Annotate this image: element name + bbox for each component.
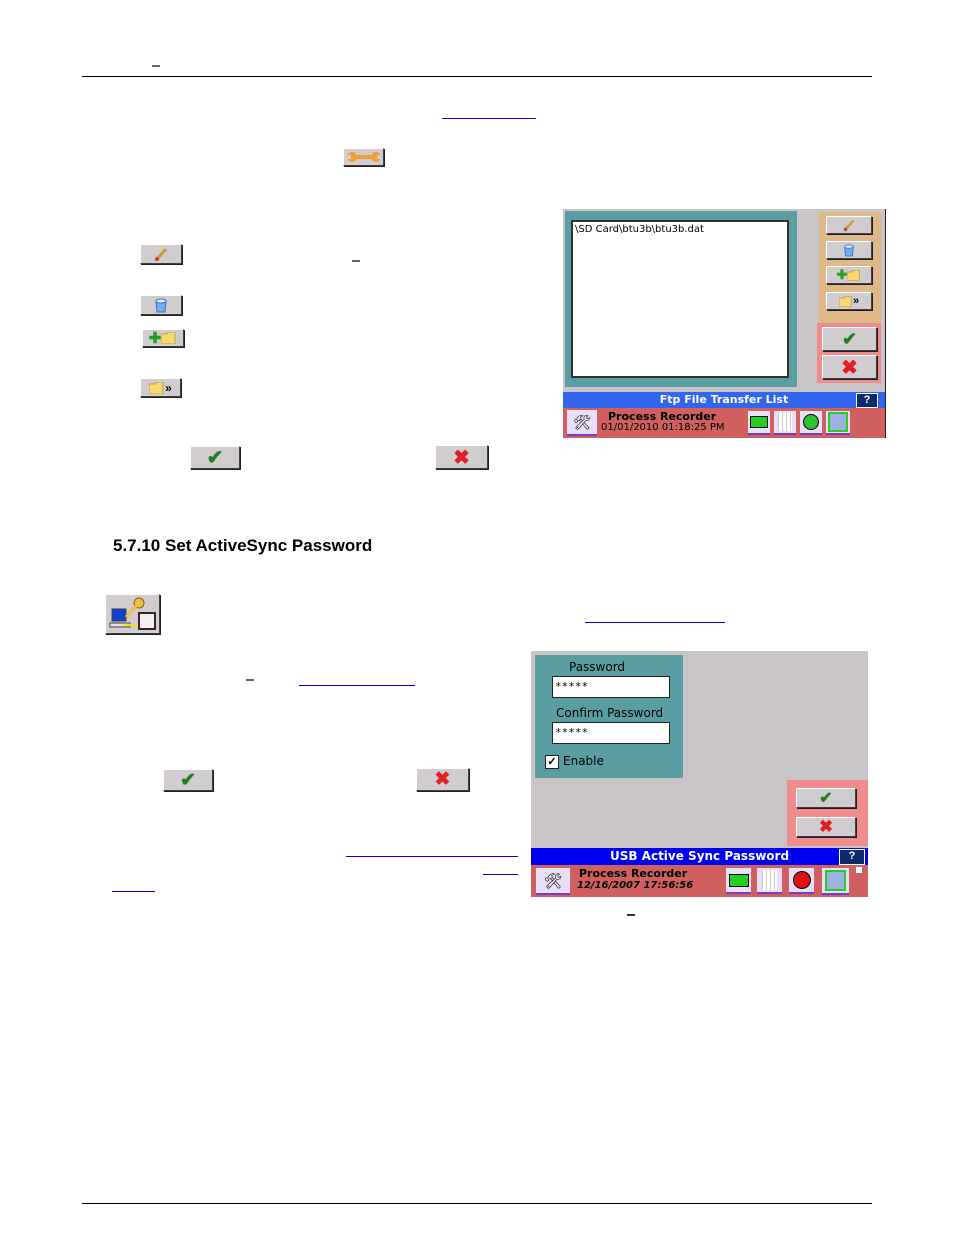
hyperlink[interactable]	[299, 685, 415, 686]
delete-bucket-icon	[155, 298, 167, 313]
confirm-password-label: Confirm Password	[556, 706, 664, 720]
alarm-bell-icon	[803, 414, 819, 430]
caption-dash	[627, 914, 635, 916]
delete-button[interactable]	[826, 241, 872, 259]
cancel-button: ✖	[416, 768, 469, 791]
save-button[interactable]	[826, 411, 850, 435]
save-button[interactable]	[822, 868, 849, 895]
indicator-square	[856, 867, 862, 873]
file-list-panel: \SD Card\btu3b\btu3b.dat	[565, 211, 797, 387]
folder-icon	[161, 332, 176, 344]
password-label: Password	[569, 660, 626, 674]
tools-icon: 🛠	[543, 872, 563, 890]
folder-next-button[interactable]: »	[826, 292, 872, 310]
tools-button[interactable]: 🛠	[536, 868, 570, 895]
save-disk-icon	[825, 870, 846, 891]
hyperlink[interactable]	[483, 874, 518, 875]
screen-title: Ftp File Transfer List	[563, 392, 885, 408]
app-name: Process Recorder	[579, 867, 688, 880]
add-folder-icon: ✚	[148, 330, 162, 347]
x-icon: ✖	[818, 817, 834, 836]
checkmark-icon: ✔	[180, 769, 196, 791]
ok-button[interactable]: ✔	[822, 327, 877, 351]
double-chevron-icon: »	[852, 295, 860, 307]
text-dash	[352, 260, 360, 262]
tools-icon: 🛠	[573, 413, 591, 430]
grid-icon	[762, 870, 777, 890]
add-folder-button[interactable]: ✚	[826, 266, 872, 284]
ok-button: ✔	[163, 769, 213, 791]
hyperlink[interactable]	[585, 622, 725, 623]
alarm-bell-icon	[792, 871, 811, 889]
checkmark-icon: ✔	[206, 447, 224, 469]
hyperlink[interactable]	[112, 891, 155, 892]
help-button[interactable]: ?	[839, 849, 865, 865]
checkmark-icon: ✔	[819, 790, 833, 807]
cancel-button: ✖	[435, 445, 488, 469]
activesync-key-icon	[109, 597, 156, 630]
edit-button[interactable]	[826, 216, 872, 234]
datetime: 01/01/2010 01:18:25 PM	[601, 422, 725, 433]
add-folder-icon: ✚	[836, 267, 848, 282]
activesync-password-button	[105, 594, 160, 634]
grid-icon	[778, 413, 792, 431]
folder-icon	[847, 269, 861, 281]
ok-button: ✔	[190, 446, 240, 469]
hyperlink[interactable]	[442, 118, 536, 119]
cancel-button[interactable]: ✖	[822, 355, 877, 379]
folder-next-icon	[838, 295, 852, 307]
datetime: 12/16/2007 17:56:56	[577, 880, 694, 891]
edit-button	[140, 244, 182, 264]
delete-button	[140, 295, 182, 315]
double-chevron-icon: »	[165, 380, 172, 395]
confirm-password-field[interactable]: *****	[552, 722, 670, 744]
edit-icon	[843, 219, 855, 232]
relay-icon	[728, 873, 749, 887]
hyperlink[interactable]	[346, 856, 518, 857]
footer-rule	[82, 1203, 872, 1204]
add-folder-button: ✚	[142, 329, 184, 347]
text-dash	[246, 679, 254, 681]
checkmark-icon: ✔	[841, 328, 858, 349]
x-icon: ✖	[841, 356, 858, 379]
folder-next-icon	[149, 381, 164, 394]
relay-button[interactable]	[748, 411, 770, 435]
x-icon: ✖	[453, 446, 470, 469]
tools-button[interactable]: 🛠	[567, 410, 597, 436]
file-list-item[interactable]: \SD Card\btu3b\btu3b.dat	[575, 224, 785, 235]
alarm-button[interactable]	[789, 868, 814, 894]
header-rule	[82, 76, 872, 77]
relay-button[interactable]	[726, 868, 751, 894]
ok-button[interactable]: ✔	[796, 788, 856, 808]
wrench-button	[343, 148, 384, 166]
password-field[interactable]: *****	[552, 676, 670, 698]
screen-title: USB Active Sync Password	[531, 848, 868, 865]
x-icon: ✖	[434, 769, 451, 790]
relay-icon	[750, 416, 768, 428]
enable-checkbox[interactable]: ✓	[545, 755, 559, 769]
status-bar: 🛠 Process Recorder 01/01/2010 01:18:25 P…	[563, 408, 885, 438]
enable-label: Enable	[563, 754, 604, 768]
wrench-icon	[346, 152, 381, 162]
section-heading: 5.7.10 Set ActiveSync Password	[113, 536, 373, 555]
grid-button[interactable]	[774, 411, 796, 435]
app-name: Process Recorder	[608, 410, 717, 423]
usb-active-sync-password-screenshot: Password ***** Confirm Password ***** ✓ …	[531, 651, 868, 897]
save-disk-icon	[828, 412, 848, 432]
file-list[interactable]: \SD Card\btu3b\btu3b.dat	[571, 220, 789, 378]
status-bar: 🛠 Process Recorder 12/16/2007 17:56:56	[531, 865, 868, 897]
edit-icon	[155, 247, 168, 261]
help-button[interactable]: ?	[856, 393, 878, 408]
grid-button[interactable]	[757, 868, 782, 894]
cancel-button[interactable]: ✖	[796, 817, 856, 837]
delete-bucket-icon	[844, 244, 854, 257]
folder-next-button: »	[140, 378, 181, 397]
header-dash	[152, 65, 160, 67]
ftp-file-transfer-screenshot: \SD Card\btu3b\btu3b.dat ✚ » ✔ ✖ Ftp Fil…	[563, 209, 886, 438]
alarm-button[interactable]	[800, 411, 822, 435]
